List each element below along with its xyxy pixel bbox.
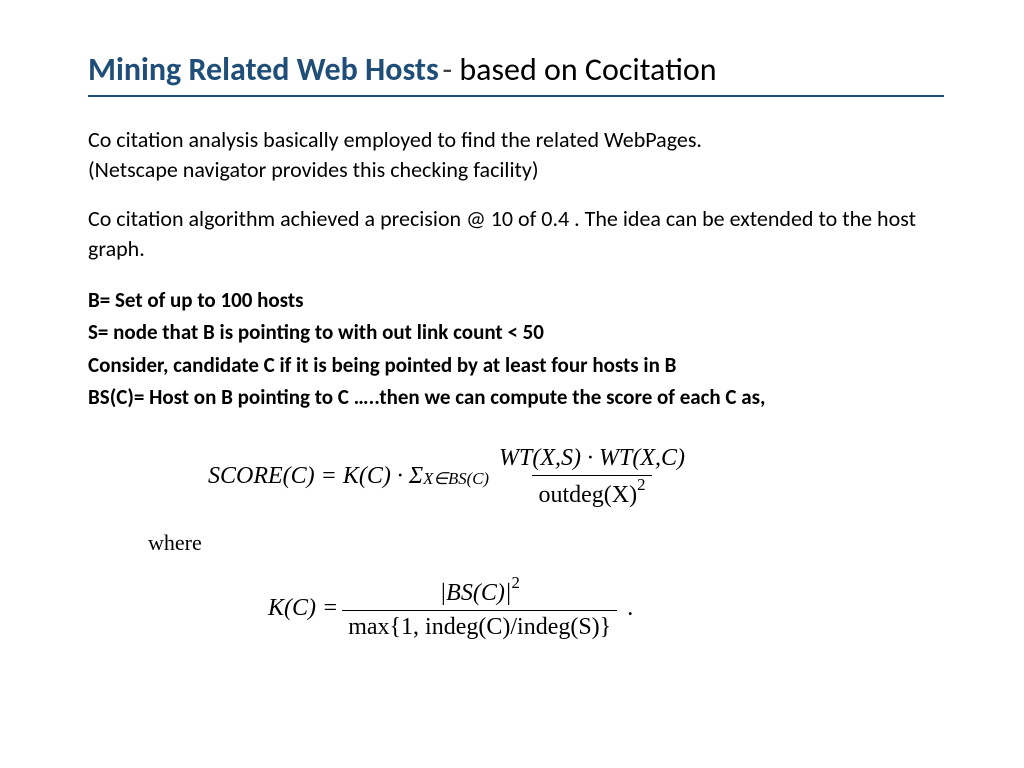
k-fraction: |BS(C)|2 max{1, indeg(C)/indeg(S)} — [342, 576, 617, 642]
score-den-base: outdeg(X) — [538, 482, 637, 508]
definitions: B= Set of up to 100 hosts S= node that B… — [88, 284, 944, 414]
formula-score: SCORE(C) = K(C) · ΣX∈BS(C) WT(X,S) · WT(… — [88, 444, 944, 642]
formula-k-row: K(C) = |BS(C)|2 max{1, indeg(C)/indeg(S)… — [268, 576, 944, 642]
title-separator: - — [442, 50, 459, 89]
k-num-exp: 2 — [511, 573, 519, 592]
def-BSC: BS(C)= Host on B pointing to C …..then w… — [88, 381, 944, 414]
k-denominator: max{1, indeg(C)/indeg(S)} — [342, 610, 617, 642]
where-label: where — [148, 530, 944, 556]
formula-score-row: SCORE(C) = K(C) · ΣX∈BS(C) WT(X,S) · WT(… — [208, 444, 944, 510]
score-sigma-sub: X∈BS(C) — [423, 469, 489, 489]
score-numerator: WT(X,S) · WT(X,C) — [493, 444, 691, 475]
k-lhs: K(C) = — [268, 594, 338, 623]
paragraph-1: Co citation analysis basically employed … — [88, 125, 944, 184]
score-denominator: outdeg(X)2 — [532, 475, 651, 510]
p1-line1: Co citation analysis basically employed … — [88, 125, 944, 155]
title-subtitle: based on Cocitation — [459, 50, 716, 89]
k-num-base: |BS(C)| — [440, 580, 512, 606]
k-numerator: |BS(C)|2 — [434, 576, 526, 610]
slide: Mining Related Web Hosts - based on Coci… — [0, 0, 1024, 768]
def-S: S= node that B is pointing to with out l… — [88, 316, 944, 349]
p1-line2: (Netscape navigator provides this checki… — [88, 155, 944, 185]
body-text: Co citation analysis basically employed … — [88, 125, 944, 264]
score-lhs: SCORE(C) = K(C) · Σ — [208, 462, 423, 491]
title-bar: Mining Related Web Hosts - based on Coci… — [88, 50, 944, 97]
def-candidate: Consider, candidate C if it is being poi… — [88, 349, 944, 382]
score-fraction: WT(X,S) · WT(X,C) outdeg(X)2 — [493, 444, 691, 510]
paragraph-2: Co citation algorithm achieved a precisi… — [88, 204, 944, 263]
def-B: B= Set of up to 100 hosts — [88, 284, 944, 317]
score-den-exp: 2 — [637, 475, 645, 494]
title-main: Mining Related Web Hosts — [88, 50, 439, 89]
k-period: . — [621, 594, 633, 623]
